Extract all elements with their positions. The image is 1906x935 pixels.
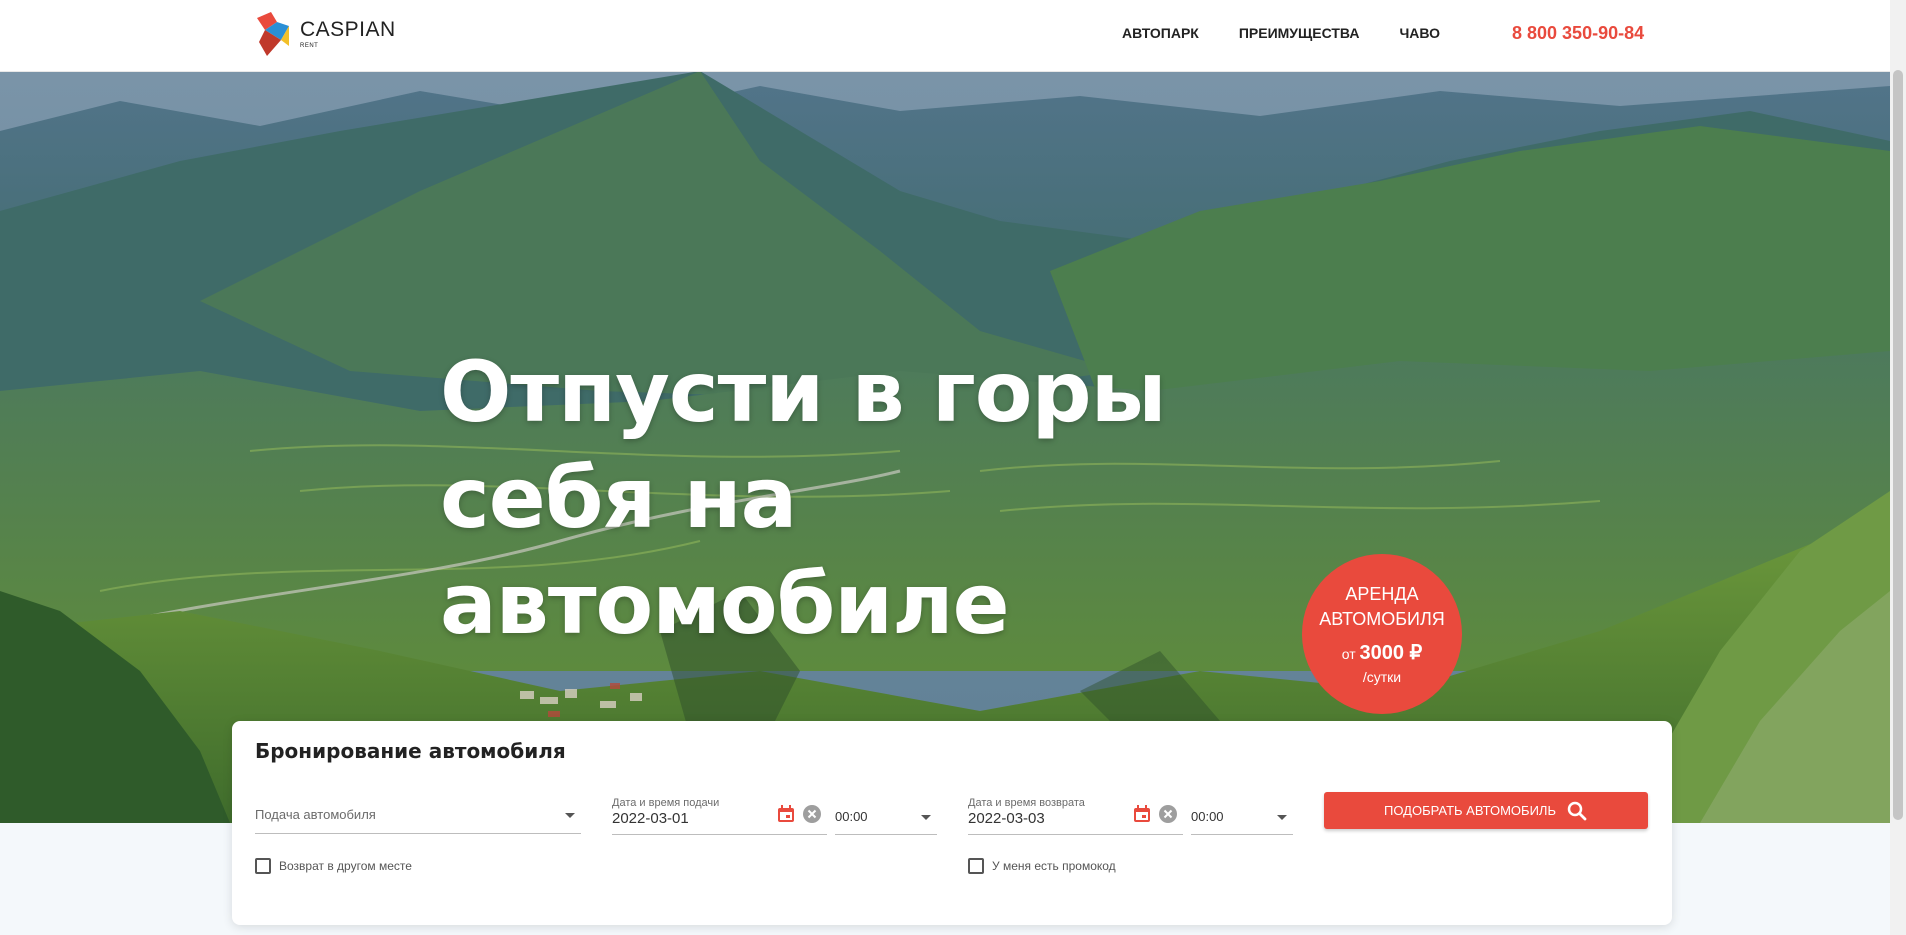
logo-subtext: RENT [300,43,319,49]
return-time-value: 00:00 [1191,809,1224,824]
nav-link-fleet[interactable]: АВТОПАРК [1122,25,1199,41]
promo-headline: АРЕНДА АВТОМОБИЛЯ [1302,582,1462,632]
search-icon [1567,801,1587,821]
return-date-label: Дата и время возврата [968,797,1085,809]
checkbox-box[interactable] [968,858,984,874]
main-nav: АВТОПАРК ПРЕИМУЩЕСТВА ЧАВО [1122,25,1440,41]
return-time-select[interactable]: 00:00 [1191,799,1293,835]
booking-card: Бронирование автомобиля Подача автомобил… [232,721,1672,925]
find-car-button[interactable]: ПОДОБРАТЬ АВТОМОБИЛЬ [1324,792,1648,829]
pickup-date-value: 2022-03-01 [612,810,689,827]
promo-price: 3000 ₽ [1359,642,1423,664]
promo-price-unit: /сутки [1362,669,1402,685]
chevron-down-icon [1277,815,1287,820]
return-date-field[interactable]: Дата и время возврата 2022-03-03 [968,797,1183,835]
promo-code-label: У меня есть промокод [992,859,1116,873]
promo-line-1: АРЕНДА [1345,584,1419,604]
calendar-icon[interactable] [777,805,795,823]
promo-code-checkbox[interactable]: У меня есть промокод [968,858,1116,874]
chevron-down-icon [921,815,931,820]
booking-title: Бронирование автомобиля [255,739,566,763]
clear-icon[interactable] [1159,805,1177,823]
promo-price-row: от 3000 ₽ [1302,640,1462,665]
pickup-location-placeholder: Подача автомобиля [255,807,376,822]
hero-title-line-1: Отпусти в горы себя на [440,343,1167,547]
nav-link-faq[interactable]: ЧАВО [1399,25,1440,41]
phone-link[interactable]: 8 800 350-90-84 [1512,23,1644,44]
checkbox-box[interactable] [255,858,271,874]
return-date-value: 2022-03-03 [968,810,1045,827]
nav-link-advantages[interactable]: ПРЕИМУЩЕСТВА [1239,25,1360,41]
scrollbar-thumb[interactable] [1893,70,1903,820]
logo[interactable]: CASPIAN RENT [255,12,395,58]
return-other-place-checkbox[interactable]: Возврат в другом месте [255,858,412,874]
pickup-date-label: Дата и время подачи [612,797,720,809]
price-promo-badge: АРЕНДА АВТОМОБИЛЯ от 3000 ₽ /сутки [1302,554,1462,714]
pickup-date-field[interactable]: Дата и время подачи 2022-03-01 [612,797,827,835]
site-header: CASPIAN RENT АВТОПАРК ПРЕИМУЩЕСТВА ЧАВО … [0,0,1906,72]
pickup-time-select[interactable]: 00:00 [835,799,937,835]
pickup-location-select[interactable]: Подача автомобиля [255,799,581,834]
hero-section: Отпусти в горы себя на автомобиле АРЕНДА… [0,71,1890,823]
hero-title: Отпусти в горы себя на автомобиле [440,339,1340,657]
page-scrollbar[interactable] [1890,0,1906,935]
logo-text: CASPIAN [300,18,396,41]
chevron-down-icon [565,813,575,818]
promo-line-2: АВТОМОБИЛЯ [1319,609,1445,629]
return-other-place-label: Возврат в другом месте [279,859,412,873]
hero-title-line-2: автомобиле [440,555,1010,653]
promo-price-prefix: от [1341,646,1356,662]
clear-icon[interactable] [803,805,821,823]
calendar-icon[interactable] [1133,805,1151,823]
pickup-time-value: 00:00 [835,809,868,824]
logo-mark-icon [257,12,289,56]
find-car-button-label: ПОДОБРАТЬ АВТОМОБИЛЬ [1384,803,1556,818]
